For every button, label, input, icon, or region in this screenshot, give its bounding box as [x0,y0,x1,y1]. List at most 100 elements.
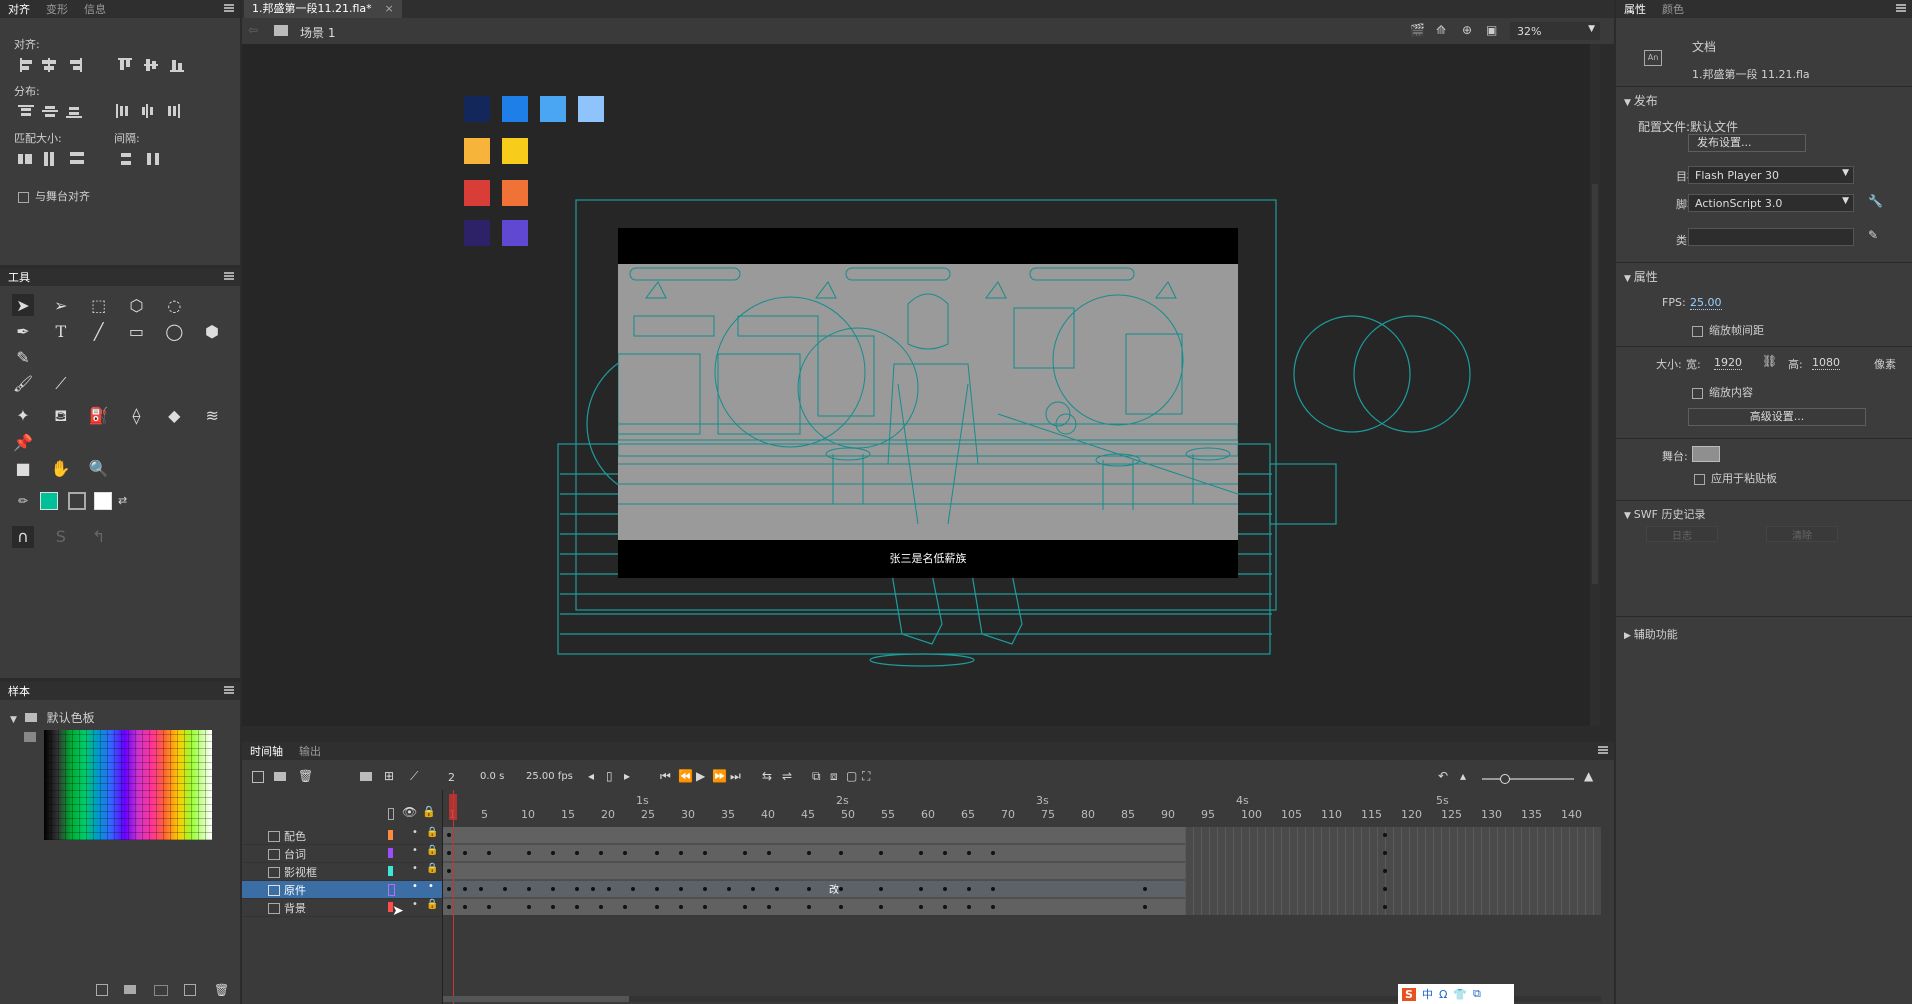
scale-spans-checkbox[interactable]: 缩放帧间距 [1692,322,1764,338]
keyframe[interactable] [447,833,451,837]
keyframe[interactable] [703,905,707,909]
new-layer-icon[interactable] [252,771,264,783]
layer-parenting-icon[interactable]: ⊞ [384,769,394,783]
layer-lock-icon[interactable]: 🔒 [426,899,438,910]
straighten-icon[interactable]: ↰ [88,526,110,548]
keyframe[interactable] [551,905,555,909]
timeline-zoom-thumb[interactable] [1500,774,1510,784]
layer-color-icon[interactable] [388,866,393,876]
keyframe[interactable] [575,887,579,891]
onion-skin-icon[interactable]: ⧉ [812,769,821,784]
chevron-down-icon[interactable]: ▼ [10,715,17,725]
keyframe[interactable] [655,887,659,891]
scale-content-check-icon[interactable] [1692,387,1703,399]
keyframe[interactable] [463,887,467,891]
lasso-tool-icon[interactable]: ◌ [163,294,185,316]
keyframe[interactable] [1143,905,1147,909]
layer-unlocked-dot[interactable]: • [428,881,434,892]
keyframe[interactable] [447,851,451,855]
keyframe[interactable] [591,887,595,891]
undo-icon[interactable]: ↶ [1438,769,1448,783]
stage-area[interactable]: 张三是名低薪族 [242,44,1600,726]
ime-toolbox-icon[interactable]: ⧉ [1473,987,1481,1001]
stage-color-swatch[interactable] [1692,446,1720,462]
keyframe[interactable] [1143,887,1147,891]
layer-name[interactable]: 台词 [284,846,306,862]
polystar-tool-icon[interactable]: ⬢ [201,320,223,342]
stroke-color-swatch[interactable] [40,491,58,510]
keyframe[interactable] [1383,851,1387,855]
keyframe[interactable] [575,851,579,855]
advanced-settings-button[interactable]: 高级设置... [1688,408,1866,426]
fill-color-icon[interactable] [68,491,86,510]
layer-visible-dot[interactable]: • [412,899,418,910]
timeline-zoom-slider[interactable] [1482,774,1574,784]
import-swatch-icon[interactable] [154,985,168,996]
keyframe[interactable] [1383,905,1387,909]
keyframe[interactable] [839,905,843,909]
layer-outline-header-icon[interactable] [388,808,394,820]
layer-name[interactable]: 配色 [284,828,306,844]
pencil-tool-icon[interactable]: ✎ [12,346,34,368]
keyframe[interactable] [463,851,467,855]
edit-multiple-frames-icon[interactable]: ▢ [846,769,857,783]
smooth-icon[interactable]: S [50,526,72,548]
bone-tool-icon[interactable]: ✦ [12,405,34,427]
keyframe[interactable] [679,905,683,909]
3d-rotation-tool-icon[interactable]: ⬡ [125,294,147,316]
keyframe[interactable] [727,887,731,891]
keyframe[interactable] [943,905,947,909]
vertical-scrollbar[interactable] [1590,44,1600,726]
layer-visible-dot[interactable]: • [412,881,418,892]
playhead[interactable] [453,790,454,1004]
keyframe[interactable] [879,905,883,909]
distribute-icons[interactable] [18,102,188,122]
default-palette-folder[interactable]: ▼ 默认色板 [10,709,95,726]
keyframe[interactable] [967,887,971,891]
keyframe[interactable] [575,905,579,909]
keyframe[interactable] [1383,833,1387,837]
duplicate-swatch-icon[interactable] [184,984,196,996]
layer-row[interactable]: 影视框 • 🔒 [242,863,442,881]
graph-icon[interactable]: ⟋ [410,769,418,784]
align-to-stage-check-icon[interactable] [18,191,29,203]
keyframe[interactable] [1383,887,1387,891]
keyframe[interactable] [991,905,995,909]
loop-icon[interactable]: ⇆ [762,769,772,783]
layer-lock-icon[interactable]: 🔒 [426,863,438,874]
tab-align[interactable]: 对齐 [0,1,38,17]
keyframe[interactable] [599,851,603,855]
keyframe[interactable] [447,887,451,891]
paint-brush-tool-icon[interactable]: 🖌 [12,372,34,394]
stage-canvas[interactable]: 张三是名低薪族 [618,228,1238,578]
apply-pasteboard-checkbox[interactable]: 应用于粘贴板 [1694,470,1777,486]
tools-panel-menu-icon[interactable] [224,272,234,280]
log-button[interactable]: 日志 [1646,526,1718,542]
camera-tool-icon[interactable]: ■ [12,458,34,480]
tab-color[interactable]: 颜色 [1654,1,1692,17]
sogou-logo-icon[interactable]: S [1402,987,1416,1001]
align-icons[interactable] [18,56,188,76]
edit-scene-icon[interactable]: 🎬 [1410,23,1425,37]
ime-skin-icon[interactable]: 👕 [1453,988,1467,1001]
target-select[interactable]: Flash Player 30 ▼ [1688,166,1854,184]
insert-keyframe-icon[interactable]: ▯ [606,769,613,783]
link-icon[interactable]: ⛓ [1762,354,1777,368]
go-to-first-frame-icon[interactable]: ⏮ [660,769,671,784]
keyframe[interactable] [967,851,971,855]
keyframe[interactable] [527,887,531,891]
keyframe[interactable] [839,851,843,855]
ime-symbol-icon[interactable]: Ω [1439,988,1447,1001]
keyframe[interactable] [991,851,995,855]
keyframe[interactable] [679,887,683,891]
keyframe[interactable] [775,887,779,891]
center-stage-icon[interactable]: ⊕ [1462,23,1472,37]
layer-name[interactable]: 原件 [284,882,306,898]
line-tool-icon[interactable]: ╱ [88,320,110,342]
layer-lock-icon[interactable]: 🔒 [426,827,438,838]
scale-spans-check-icon[interactable] [1692,325,1703,337]
rectangle-tool-icon[interactable]: ▭ [125,320,147,342]
keyframe[interactable] [703,851,707,855]
swatches-panel-menu-icon[interactable] [224,686,234,694]
next-keyframe-icon[interactable]: ▸ [624,769,630,783]
